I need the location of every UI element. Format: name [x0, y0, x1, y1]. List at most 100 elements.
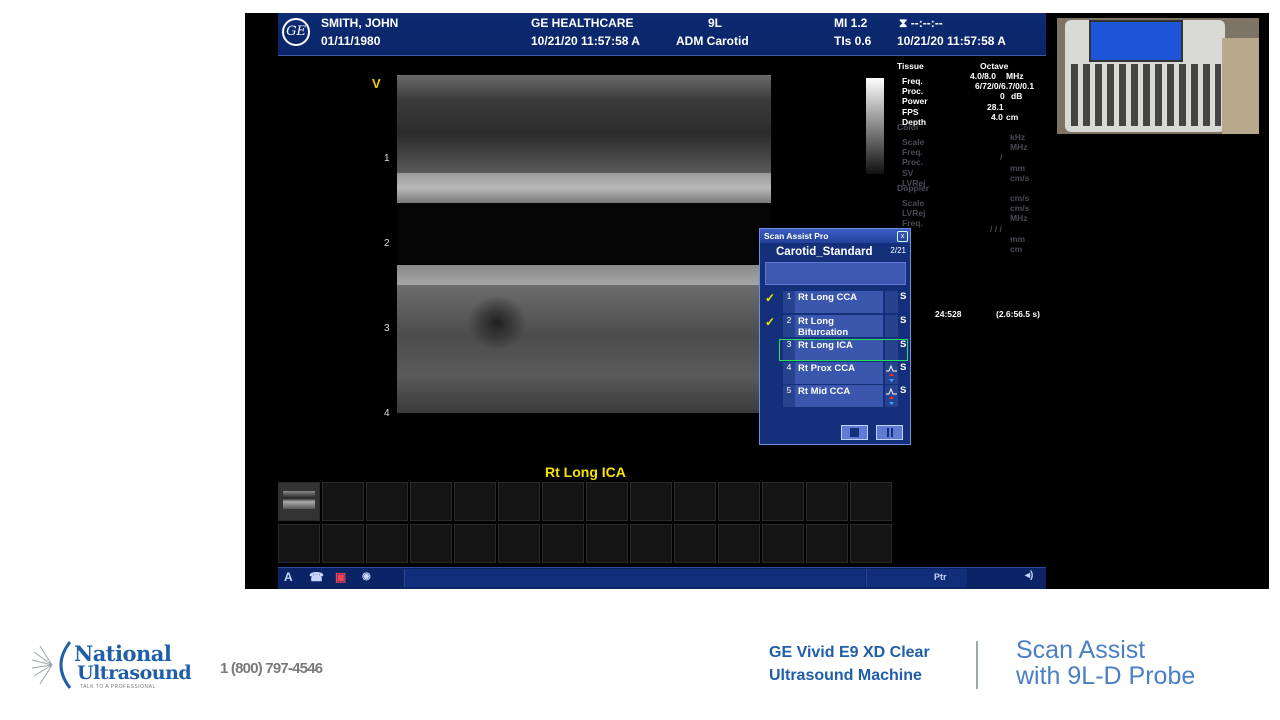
step-row-1[interactable]: ✓ 1 Rt Long CCA S — [765, 291, 908, 313]
pause-button[interactable] — [876, 425, 903, 440]
ultrasound-image — [397, 75, 771, 413]
pointer-label: Ptr — [934, 572, 947, 582]
time-left: 24:528 — [935, 309, 962, 319]
subject-line-2: with 9L-D Probe — [1016, 662, 1196, 690]
thumbnail-slot[interactable] — [762, 524, 804, 563]
grayscale-bar — [866, 78, 884, 174]
doppler-label: Doppler — [897, 183, 930, 193]
depth-tick-2: 2 — [384, 238, 390, 249]
brand-line-2: Ultrasound — [77, 662, 192, 684]
step-row-5[interactable]: 5 Rt Mid CCA S — [765, 385, 908, 407]
thumbnail-slot[interactable] — [366, 482, 408, 521]
thumbnail-slot[interactable] — [630, 524, 672, 563]
thumbnail-slot[interactable] — [366, 524, 408, 563]
step-s-marker[interactable]: S — [900, 315, 906, 326]
tissue-value: Octave — [980, 61, 1009, 71]
depth-tick-3: 3 — [384, 323, 390, 334]
network-icon[interactable]: ▣ — [335, 570, 346, 584]
thumbnail-slot[interactable] — [498, 524, 540, 563]
subject-line-1: Scan Assist — [1016, 636, 1146, 664]
tissue-label: Tissue — [897, 61, 924, 71]
scan-assist-panel[interactable]: Scan Assist Pro x Carotid_Standard 2/21 … — [759, 228, 911, 445]
thumbnail-slot[interactable] — [674, 524, 716, 563]
mi-value: MI 1.2 — [834, 16, 868, 30]
institution: GE HEALTHCARE — [531, 16, 634, 30]
step-icon-slot — [885, 291, 898, 313]
extra-unit-2: mm — [1010, 234, 1026, 244]
thumbnail-slot[interactable] — [674, 482, 716, 521]
phone-icon[interactable]: ☎ — [309, 570, 324, 584]
close-icon[interactable]: x — [897, 231, 908, 242]
doppler-icon — [885, 385, 898, 407]
current-step-highlight — [779, 339, 908, 361]
protocol-name[interactable]: Carotid_Standard — [765, 245, 907, 259]
thumbnail-slot[interactable] — [718, 482, 760, 521]
step-s-marker[interactable]: S — [900, 385, 906, 396]
thumbnail-slot[interactable] — [718, 524, 760, 563]
footer-divider — [976, 641, 978, 689]
thumbnail-slot[interactable] — [586, 482, 628, 521]
thumbnail-1[interactable] — [278, 482, 320, 521]
step-s-marker[interactable]: S — [900, 362, 906, 373]
brand-tagline: TALK TO A PROFESSIONAL — [80, 684, 156, 690]
thumbnail-slot[interactable] — [322, 482, 364, 521]
patient-name: SMITH, JOHN — [321, 16, 399, 30]
national-ultrasound-logo-icon — [31, 641, 72, 689]
thumbnail-slot[interactable] — [806, 482, 848, 521]
thumbnail-slot[interactable] — [322, 524, 364, 563]
depth-tick-4: 4 — [384, 408, 390, 419]
orientation-marker: V — [372, 76, 381, 91]
checkmark-icon: ✓ — [765, 291, 776, 305]
patient-dob: 01/11/1980 — [321, 34, 381, 48]
exam-datetime: 10/21/20 11:57:58 A — [531, 34, 640, 48]
tissue-params: Freq. 4.0/8.0 MHz Proc. 6/72/0/6.7/0/0.1 Po… — [902, 71, 1035, 127]
thumbnail-slot[interactable] — [410, 524, 452, 563]
extra-unit-3: cm — [1010, 244, 1023, 254]
extra-unit-1: / / / — [990, 224, 1002, 234]
step-s-marker[interactable]: S — [900, 291, 906, 302]
ptr-segment — [866, 569, 967, 587]
thumbnail-slot[interactable] — [806, 524, 848, 563]
step-row-2[interactable]: ✓ 2 Rt Long Bifurcation S — [765, 315, 908, 337]
webcam-inset — [1057, 18, 1259, 134]
operator-app: ADM Carotid — [676, 34, 749, 48]
step-icon-slot — [885, 315, 898, 337]
thumbnail-slot[interactable] — [586, 524, 628, 563]
thumbnail-slot[interactable] — [630, 482, 672, 521]
thumbnail-slot[interactable] — [278, 524, 320, 563]
datetime-right: 10/21/20 11:57:58 A — [897, 34, 1006, 48]
depth-tick-1: 1 — [384, 153, 390, 164]
timer-text: --:--:-- — [910, 16, 943, 30]
speaker-icon[interactable]: ◂) — [1025, 570, 1033, 581]
thumbnail-slot[interactable] — [410, 482, 452, 521]
thumbnail-slot[interactable] — [498, 482, 540, 521]
status-dot-icon[interactable]: ◉ — [362, 571, 371, 582]
thumbnail-slot[interactable] — [850, 482, 892, 521]
stop-button[interactable] — [841, 425, 868, 440]
scan-assist-title[interactable]: Scan Assist Pro — [760, 229, 910, 243]
bottom-status-bar: A ☎ ▣ ◉ Ptr ◂) — [278, 567, 1046, 589]
thumbnail-slot[interactable] — [454, 482, 496, 521]
machine-title-1: GE Vivid E9 XD Clear — [769, 644, 930, 661]
machine-title-2: Ultrasound Machine — [769, 667, 922, 684]
thumbnail-slot[interactable] — [542, 482, 584, 521]
step-info-box — [765, 262, 906, 285]
thumbnail-slot[interactable] — [454, 524, 496, 563]
thumbnail-slot[interactable] — [850, 524, 892, 563]
probe-name: 9L — [708, 16, 723, 30]
image-label: Rt Long ICA — [545, 464, 626, 480]
tis-value: TIs 0.6 — [834, 34, 872, 48]
doppler-icon — [885, 362, 898, 384]
thumbnail-slot[interactable] — [762, 482, 804, 521]
phone-number: 1 (800) 797-4546 — [220, 660, 323, 677]
hourglass-icon: ⧗ --:--:-- — [899, 16, 943, 30]
annotation-button[interactable]: A — [284, 570, 293, 584]
checkmark-icon: ✓ — [765, 315, 776, 329]
step-count: 2/21 — [890, 246, 906, 255]
thumbnail-strip[interactable] — [278, 482, 892, 566]
thumbnail-slot[interactable] — [542, 524, 584, 563]
color-params: Scale kHz Freq. MHz Proc. / SV mm LVRej cm/s — [902, 132, 1030, 188]
step-row-4[interactable]: 4 Rt Prox CCA S — [765, 362, 908, 384]
doppler-params: Scale cm/s LVRej cm/s Freq. MHz — [902, 193, 1030, 229]
ge-logo-icon: GE — [282, 18, 310, 46]
